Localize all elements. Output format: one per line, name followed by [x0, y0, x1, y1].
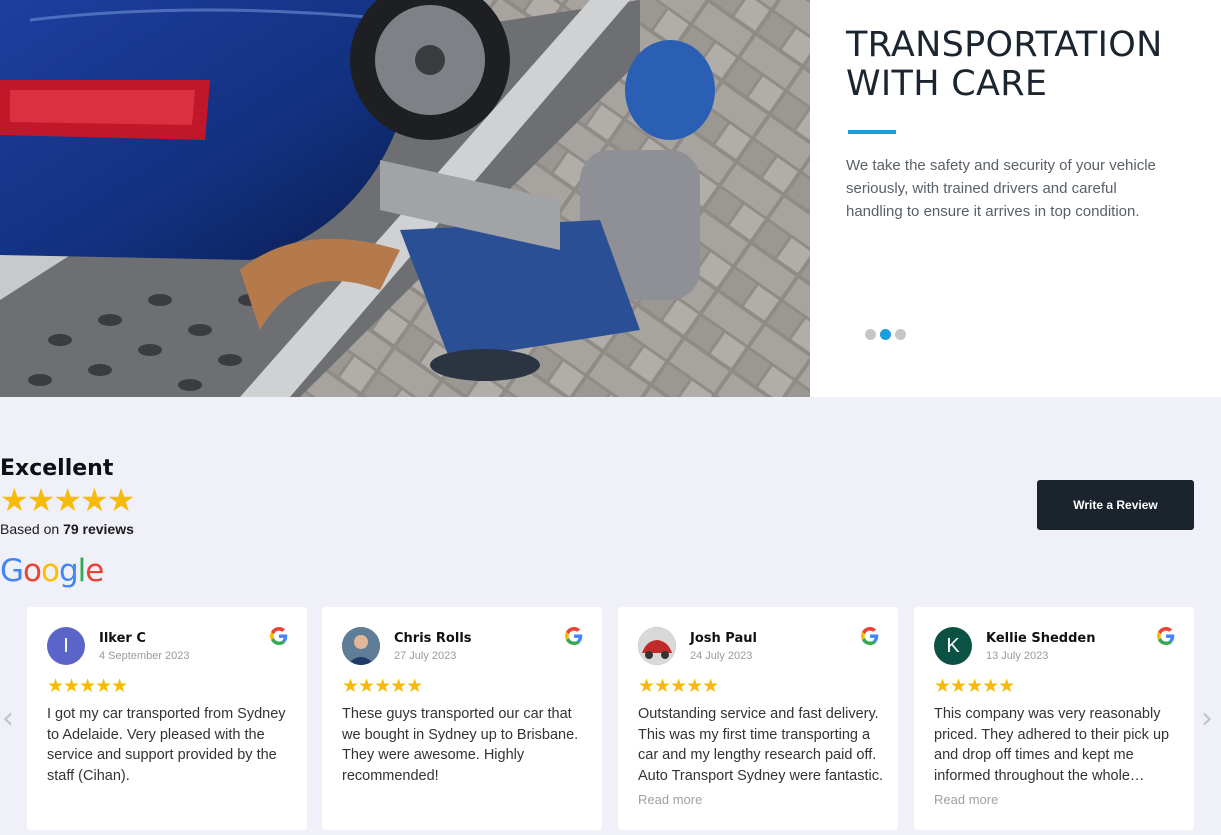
slider-dot-2[interactable]	[880, 329, 891, 340]
reviewer-name: Kellie Shedden	[986, 631, 1096, 646]
reviewer-name: Chris Rolls	[394, 631, 472, 646]
google-letter: e	[85, 553, 104, 589]
rating-word: Excellent	[0, 456, 114, 481]
avatar: K	[934, 627, 972, 665]
based-on-text: Based on 79 reviews	[0, 521, 134, 537]
google-letter: o	[41, 553, 60, 589]
slider-dot-3[interactable]	[895, 329, 906, 340]
review-summary: Excellent ★★★★★ Based on 79 reviews	[0, 456, 135, 537]
summary-stars-icon: ★★★★★	[0, 482, 135, 518]
google-letter: o	[23, 553, 42, 589]
hero-title: TRANSPORTATION WITH CARE	[846, 25, 1163, 104]
google-letter: G	[0, 553, 24, 589]
review-text: Outstanding service and fast delivery. T…	[638, 706, 883, 784]
based-on-prefix: Based on	[0, 521, 64, 537]
google-g-icon	[1157, 627, 1175, 645]
review-count: 79 reviews	[63, 521, 134, 537]
google-logo: Google	[0, 553, 104, 589]
review-text: These guys transported our car that we b…	[342, 706, 579, 784]
review-card: I Ilker C 4 September 2023 ★★★★★ I got m…	[27, 607, 307, 830]
review-date: 13 July 2023	[986, 650, 1049, 662]
avatar-photo-icon	[342, 627, 380, 665]
avatar: I	[47, 627, 85, 665]
review-stars-icon: ★★★★★	[342, 676, 423, 697]
review-stars-icon: ★★★★★	[934, 676, 1015, 697]
review-card: K Kellie Shedden 13 July 2023 ★★★★★ This…	[914, 607, 1194, 830]
review-date: 27 July 2023	[394, 650, 457, 662]
avatar	[342, 627, 380, 665]
read-more-link[interactable]: Read more	[638, 792, 702, 807]
review-date: 4 September 2023	[99, 650, 190, 662]
avatar-photo-icon	[638, 627, 676, 665]
reviewer-name: Ilker C	[99, 631, 146, 646]
review-date: 24 July 2023	[690, 650, 753, 662]
hero-section: TRANSPORTATION WITH CARE We take the saf…	[0, 0, 1221, 397]
read-more-link[interactable]: Read more	[934, 792, 998, 807]
review-text: This company was very reasonably priced.…	[934, 706, 1170, 784]
write-review-button[interactable]: Write a Review	[1037, 480, 1194, 530]
carousel-prev-icon[interactable]: ‹	[2, 704, 14, 734]
carousel-next-icon[interactable]: ›	[1201, 704, 1213, 734]
review-text: I got my car transported from Sydney to …	[47, 706, 286, 784]
review-card: Josh Paul 24 July 2023 ★★★★★ Outstanding…	[618, 607, 898, 830]
hero-image-car-transport	[0, 0, 810, 397]
slider-dots	[865, 329, 906, 340]
reviewer-name: Josh Paul	[690, 631, 757, 646]
review-card: Chris Rolls 27 July 2023 ★★★★★ These guy…	[322, 607, 602, 830]
google-letter: g	[58, 553, 79, 589]
google-g-icon	[565, 627, 583, 645]
hero-description: We take the safety and security of your …	[846, 157, 1156, 220]
review-stars-icon: ★★★★★	[47, 676, 128, 697]
google-g-icon	[861, 627, 879, 645]
hero-text-block: TRANSPORTATION WITH CARE	[846, 26, 1206, 104]
title-accent-bar	[848, 130, 896, 134]
google-g-icon	[270, 627, 288, 645]
slider-dot-1[interactable]	[865, 329, 876, 340]
review-stars-icon: ★★★★★	[638, 676, 719, 697]
avatar	[638, 627, 676, 665]
